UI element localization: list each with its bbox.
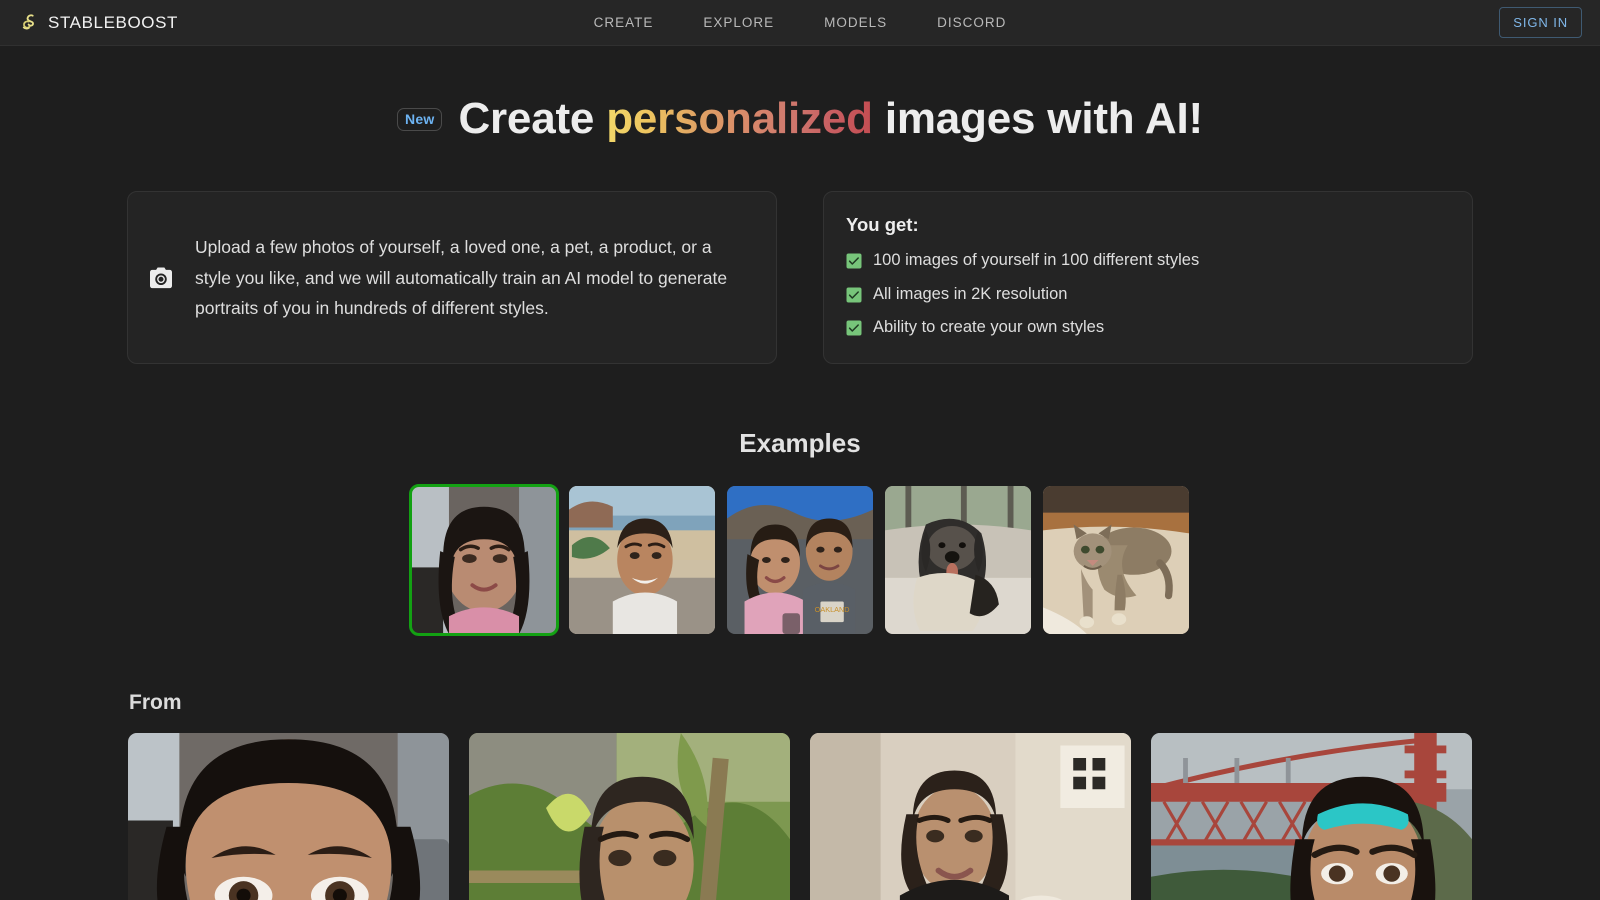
example-thumbnail[interactable]: OAKLAND — [727, 485, 873, 634]
example-image-dog-on-couch — [885, 485, 1031, 634]
info-cards-row: Upload a few photos of yourself, a loved… — [0, 191, 1600, 364]
headline-part-1: Create — [458, 94, 595, 143]
example-image-couple-outdoors: OAKLAND — [727, 485, 873, 634]
example-thumbnail[interactable] — [1043, 485, 1189, 634]
top-navigation-bar: STABLEBOOST CREATE EXPLORE MODELS DISCOR… — [0, 0, 1600, 46]
nav-item-discord[interactable]: DISCORD — [912, 9, 1031, 36]
benefit-item: All images in 2K resolution — [846, 284, 1448, 305]
example-thumbnail[interactable] — [569, 485, 715, 634]
benefit-text: Ability to create your own styles — [873, 318, 1105, 337]
from-thumbnail[interactable] — [1151, 732, 1472, 900]
from-thumbnail[interactable] — [128, 732, 449, 900]
from-heading: From — [129, 690, 182, 714]
sign-in-button[interactable]: SIGN IN — [1499, 7, 1582, 38]
benefit-text: All images in 2K resolution — [873, 284, 1068, 303]
from-image-woman-in-turtleneck — [810, 732, 1131, 900]
upload-description: Upload a few photos of yourself, a loved… — [195, 237, 728, 318]
nav-item-explore[interactable]: EXPLORE — [678, 9, 799, 36]
hero-section: New Create personalized images with AI! — [0, 46, 1600, 143]
you-get-title: You get: — [846, 214, 919, 236]
svg-text:OAKLAND: OAKLAND — [815, 604, 850, 613]
camera-icon — [150, 267, 172, 288]
nav-item-models[interactable]: MODELS — [799, 9, 912, 36]
examples-heading: Examples — [739, 427, 861, 458]
upload-info-card: Upload a few photos of yourself, a loved… — [127, 191, 777, 364]
check-square-icon — [846, 287, 862, 303]
nav-item-create[interactable]: CREATE — [569, 9, 679, 36]
from-image-woman-in-jungle — [469, 732, 790, 900]
benefit-text: 100 images of yourself in 100 different … — [873, 251, 1200, 270]
page-title: New Create personalized images with AI! — [397, 94, 1203, 143]
example-image-man-at-beach — [569, 485, 715, 634]
headline-part-2: images with AI! — [884, 94, 1203, 143]
example-thumbnail[interactable] — [409, 483, 559, 636]
example-image-woman-in-car — [411, 485, 557, 634]
check-square-icon — [846, 253, 862, 269]
brand-name: STABLEBOOST — [48, 12, 179, 32]
example-thumbnail[interactable] — [885, 485, 1031, 634]
from-image-golden-gate-bridge — [1151, 732, 1472, 900]
stableboost-swirl-logo-icon — [22, 14, 34, 30]
main-nav: CREATE EXPLORE MODELS DISCORD — [569, 9, 1032, 36]
benefit-item: 100 images of yourself in 100 different … — [846, 250, 1448, 271]
example-image-tabby-cat — [1043, 485, 1189, 634]
new-badge: New — [397, 107, 443, 131]
brand-logo-link[interactable]: STABLEBOOST — [18, 12, 178, 33]
from-thumbnail[interactable] — [469, 732, 790, 900]
check-square-icon — [846, 320, 862, 336]
benefit-item: Ability to create your own styles — [846, 317, 1448, 338]
you-get-card: You get: 100 images of yourself in 100 d… — [823, 191, 1473, 364]
examples-thumbnail-row: OAKLAND — [0, 483, 1600, 636]
headline-gradient-word: personalized — [606, 94, 873, 143]
from-thumbnail-row — [0, 732, 1600, 900]
from-thumbnail[interactable] — [810, 732, 1131, 900]
from-image-closeup-woman-in-car — [128, 732, 449, 900]
